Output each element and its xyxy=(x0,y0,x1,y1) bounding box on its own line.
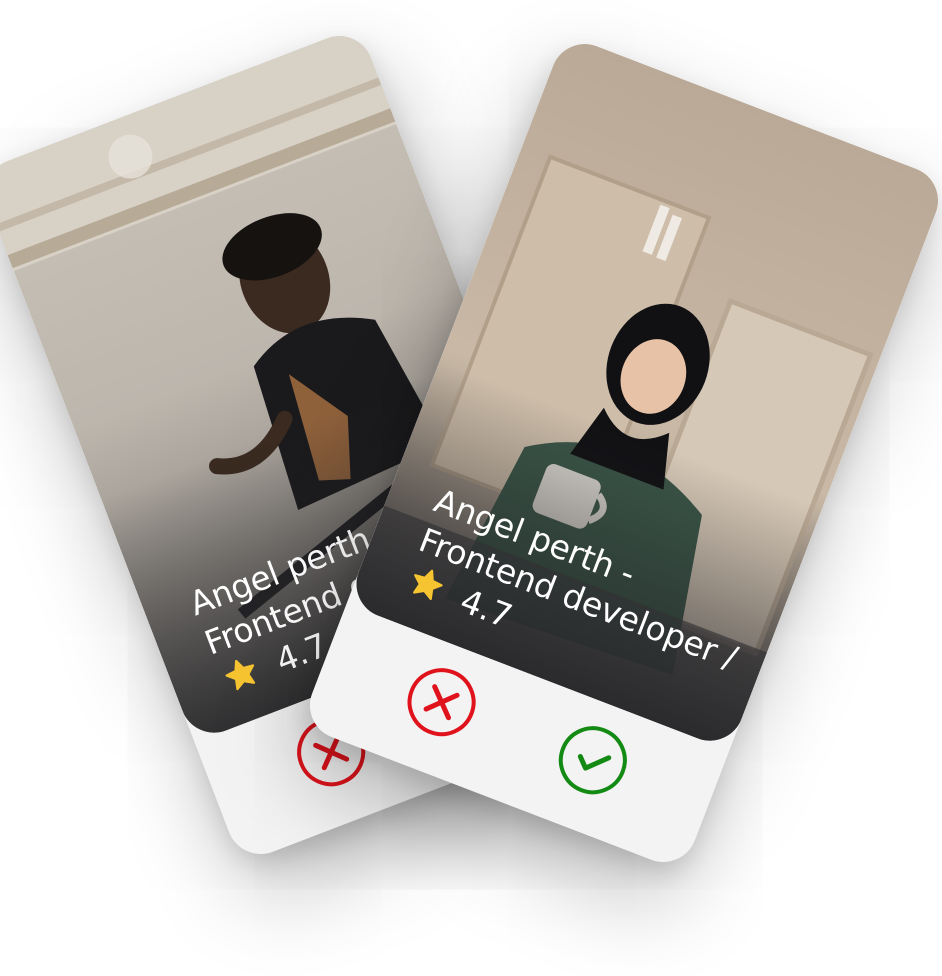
check-circle-icon xyxy=(558,726,627,795)
reject-button[interactable] xyxy=(395,656,488,749)
x-circle-icon xyxy=(407,668,476,737)
accept-button[interactable] xyxy=(546,714,639,807)
